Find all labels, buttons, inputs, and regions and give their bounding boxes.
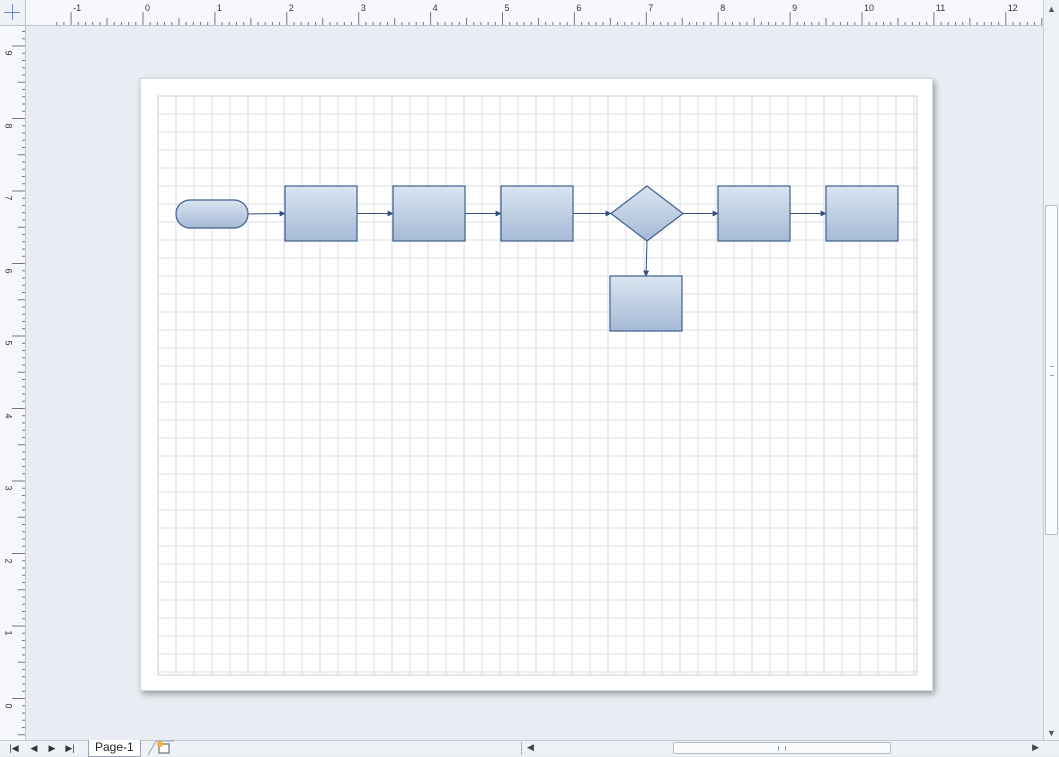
- ruler-label: 12: [1007, 3, 1018, 13]
- tab-page-1[interactable]: Page-1: [88, 740, 141, 757]
- scroll-up-icon[interactable]: ▲: [1047, 4, 1056, 14]
- page-tab-bar: |◀ ◀ ▶ ▶| Page-1 ◀ ▶: [0, 740, 1059, 757]
- flowchart[interactable]: [141, 79, 934, 692]
- ruler-label: 8: [720, 3, 726, 13]
- ruler-label: 4: [3, 412, 14, 419]
- ruler-label: 10: [864, 3, 875, 13]
- ruler-label: 0: [145, 3, 151, 13]
- first-page-icon[interactable]: |◀: [8, 742, 20, 755]
- ruler-label: 1: [216, 3, 222, 13]
- ruler-label: 6: [576, 3, 582, 13]
- process-shape[interactable]: [609, 275, 683, 332]
- ruler-corner: [0, 0, 26, 26]
- ruler-label: 3: [3, 485, 14, 491]
- scroll-right-icon[interactable]: ▶: [1032, 742, 1039, 753]
- ruler-label: -1: [73, 3, 82, 13]
- drawing-page[interactable]: [140, 78, 933, 691]
- ruler-label: 3: [360, 3, 366, 13]
- insert-page-icon[interactable]: [146, 740, 186, 756]
- ruler-label: 7: [3, 195, 14, 201]
- process-shape[interactable]: [825, 185, 899, 242]
- ruler-label: 6: [3, 267, 14, 274]
- horizontal-scrollbar[interactable]: ◀ ▶: [521, 741, 1043, 756]
- vertical-ruler: 9 8 7 6 5 4 3 2 1 0: [0, 26, 26, 740]
- last-page-icon[interactable]: ▶|: [64, 742, 76, 755]
- next-page-icon[interactable]: ▶: [46, 742, 58, 755]
- decision-shape[interactable]: [610, 185, 684, 242]
- horizontal-scroll-thumb[interactable]: [673, 742, 891, 754]
- page-grid: [157, 95, 918, 676]
- vertical-scroll-thumb[interactable]: [1045, 205, 1058, 535]
- ruler-label: 11: [935, 3, 946, 13]
- ruler-label: 9: [792, 3, 798, 13]
- process-shape[interactable]: [717, 185, 791, 242]
- ruler-label: 8: [3, 122, 14, 129]
- process-shape[interactable]: [284, 185, 358, 242]
- process-shape[interactable]: [392, 185, 466, 242]
- ruler-label: 9: [3, 50, 14, 56]
- ruler-label: 7: [648, 3, 654, 13]
- ruler-label: 2: [288, 3, 294, 13]
- horizontal-ruler: -1 0 1 2 3 4 5 6 7 8 9 10 11 12: [26, 0, 1043, 26]
- vertical-scrollbar[interactable]: ▲ ▼: [1043, 0, 1059, 740]
- ruler-label: 5: [3, 340, 14, 346]
- ruler-label: 0: [3, 702, 14, 709]
- connector-arrow[interactable]: [247, 210, 286, 217]
- ruler-label: 2: [3, 557, 14, 564]
- ruler-label: 1: [3, 630, 14, 636]
- process-shape[interactable]: [500, 185, 574, 242]
- connector-arrow[interactable]: [643, 240, 650, 277]
- scroll-down-icon[interactable]: ▼: [1047, 728, 1056, 738]
- scroll-left-icon[interactable]: ◀: [527, 742, 534, 753]
- terminator-shape[interactable]: [175, 199, 249, 229]
- previous-page-icon[interactable]: ◀: [28, 742, 40, 755]
- ruler-label: 4: [432, 3, 438, 13]
- ruler-label: 5: [504, 3, 510, 13]
